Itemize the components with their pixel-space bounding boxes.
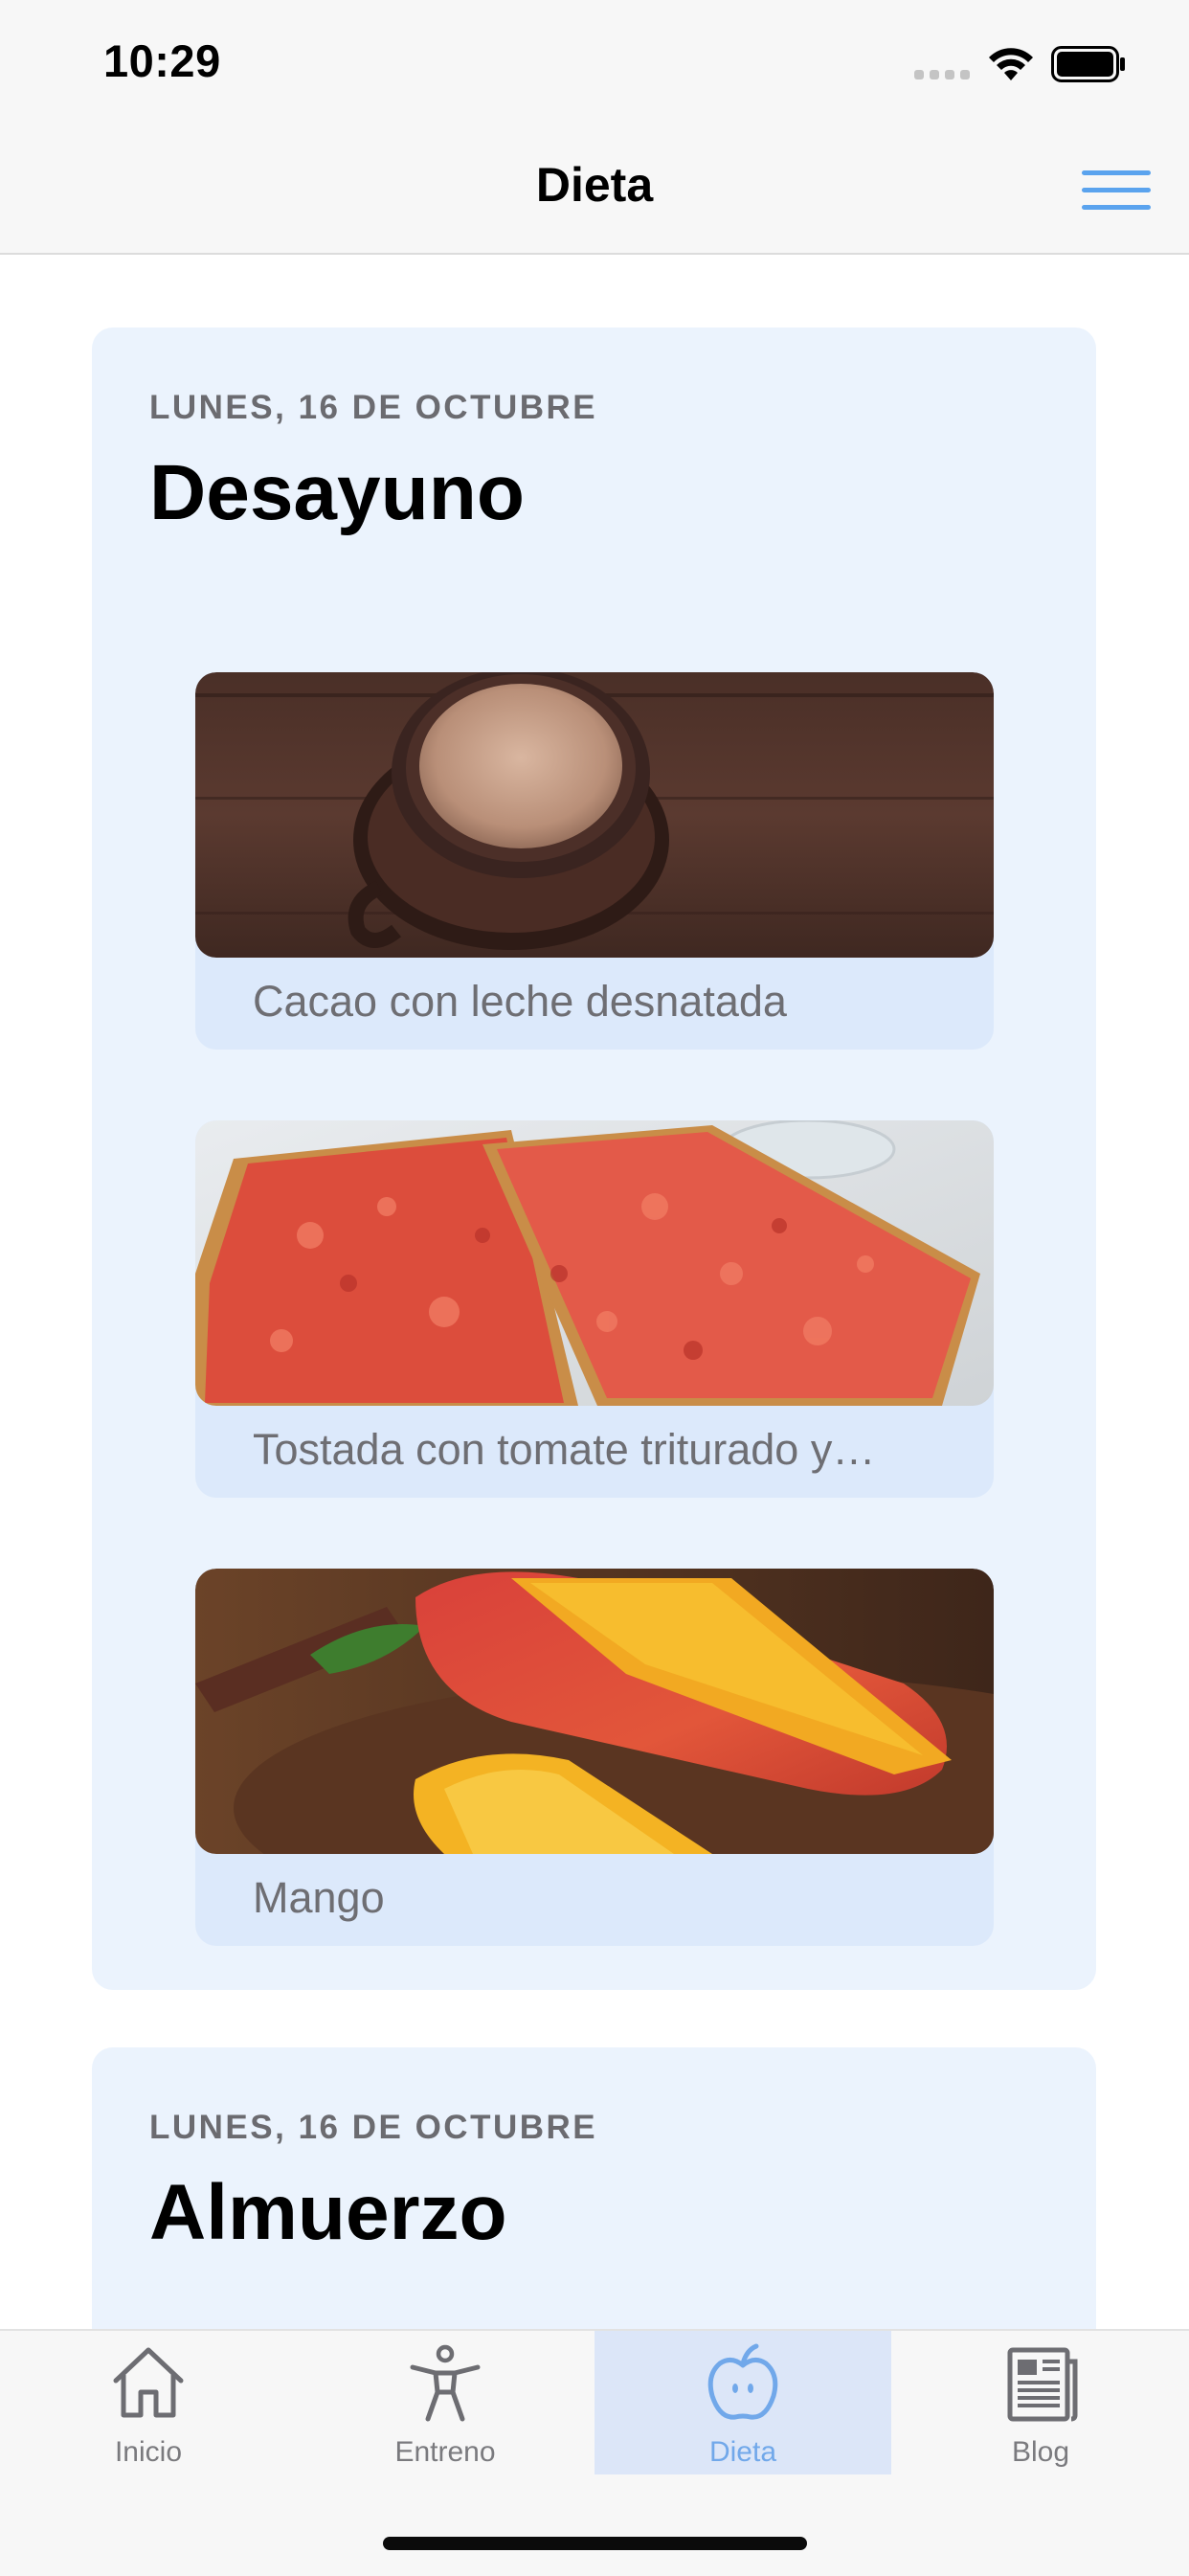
meal-card-desayuno: LUNES, 16 DE OCTUBRE Desayuno Cacao con … <box>92 328 1096 1990</box>
hamburger-menu-icon[interactable] <box>1082 170 1151 213</box>
tab-inicio[interactable]: Inicio <box>0 2331 297 2474</box>
meal-title: Almuerzo <box>149 2169 507 2256</box>
meal-date: LUNES, 16 DE OCTUBRE <box>149 2109 598 2146</box>
tomato-toast-photo <box>195 1120 994 1406</box>
meal-card-almuerzo: LUNES, 16 DE OCTUBRE Almuerzo <box>92 2047 1096 2329</box>
status-bar: 10:29 <box>0 0 1189 128</box>
food-item[interactable]: Cacao con leche desnatada <box>195 672 994 1050</box>
tab-label: Dieta <box>708 2436 777 2468</box>
person-figure-icon <box>410 2344 481 2422</box>
meals-list[interactable]: LUNES, 16 DE OCTUBRE Desayuno Cacao con … <box>0 255 1189 2329</box>
mango-photo <box>195 1569 994 1854</box>
tab-dieta[interactable]: Dieta <box>594 2331 891 2474</box>
wifi-icon <box>989 48 1033 80</box>
food-item-label: Cacao con leche desnatada <box>253 977 787 1026</box>
home-indicator[interactable] <box>383 2537 807 2550</box>
tab-label: Blog <box>1011 2436 1070 2468</box>
tab-label: Inicio <box>114 2436 183 2468</box>
newspaper-icon <box>1007 2347 1078 2422</box>
food-item-label: Mango <box>253 1873 385 1922</box>
battery-icon <box>1051 46 1125 82</box>
tab-label: Entreno <box>394 2436 496 2468</box>
page-title: Dieta <box>535 158 654 212</box>
apple-icon <box>707 2343 778 2420</box>
tab-blog[interactable]: Blog <box>892 2331 1189 2474</box>
cellular-signal-icon <box>914 70 972 79</box>
food-item[interactable]: Mango <box>195 1569 994 1946</box>
tab-entreno[interactable]: Entreno <box>297 2331 594 2474</box>
meal-title: Desayuno <box>149 449 525 536</box>
food-item[interactable]: Tostada con tomate triturado y… <box>195 1120 994 1498</box>
food-item-label: Tostada con tomate triturado y… <box>253 1425 876 1474</box>
house-icon <box>113 2347 184 2418</box>
status-time: 10:29 <box>103 35 221 86</box>
navigation-bar: Dieta <box>0 128 1189 255</box>
cocoa-cup-photo <box>195 672 994 958</box>
meal-date: LUNES, 16 DE OCTUBRE <box>149 389 598 426</box>
